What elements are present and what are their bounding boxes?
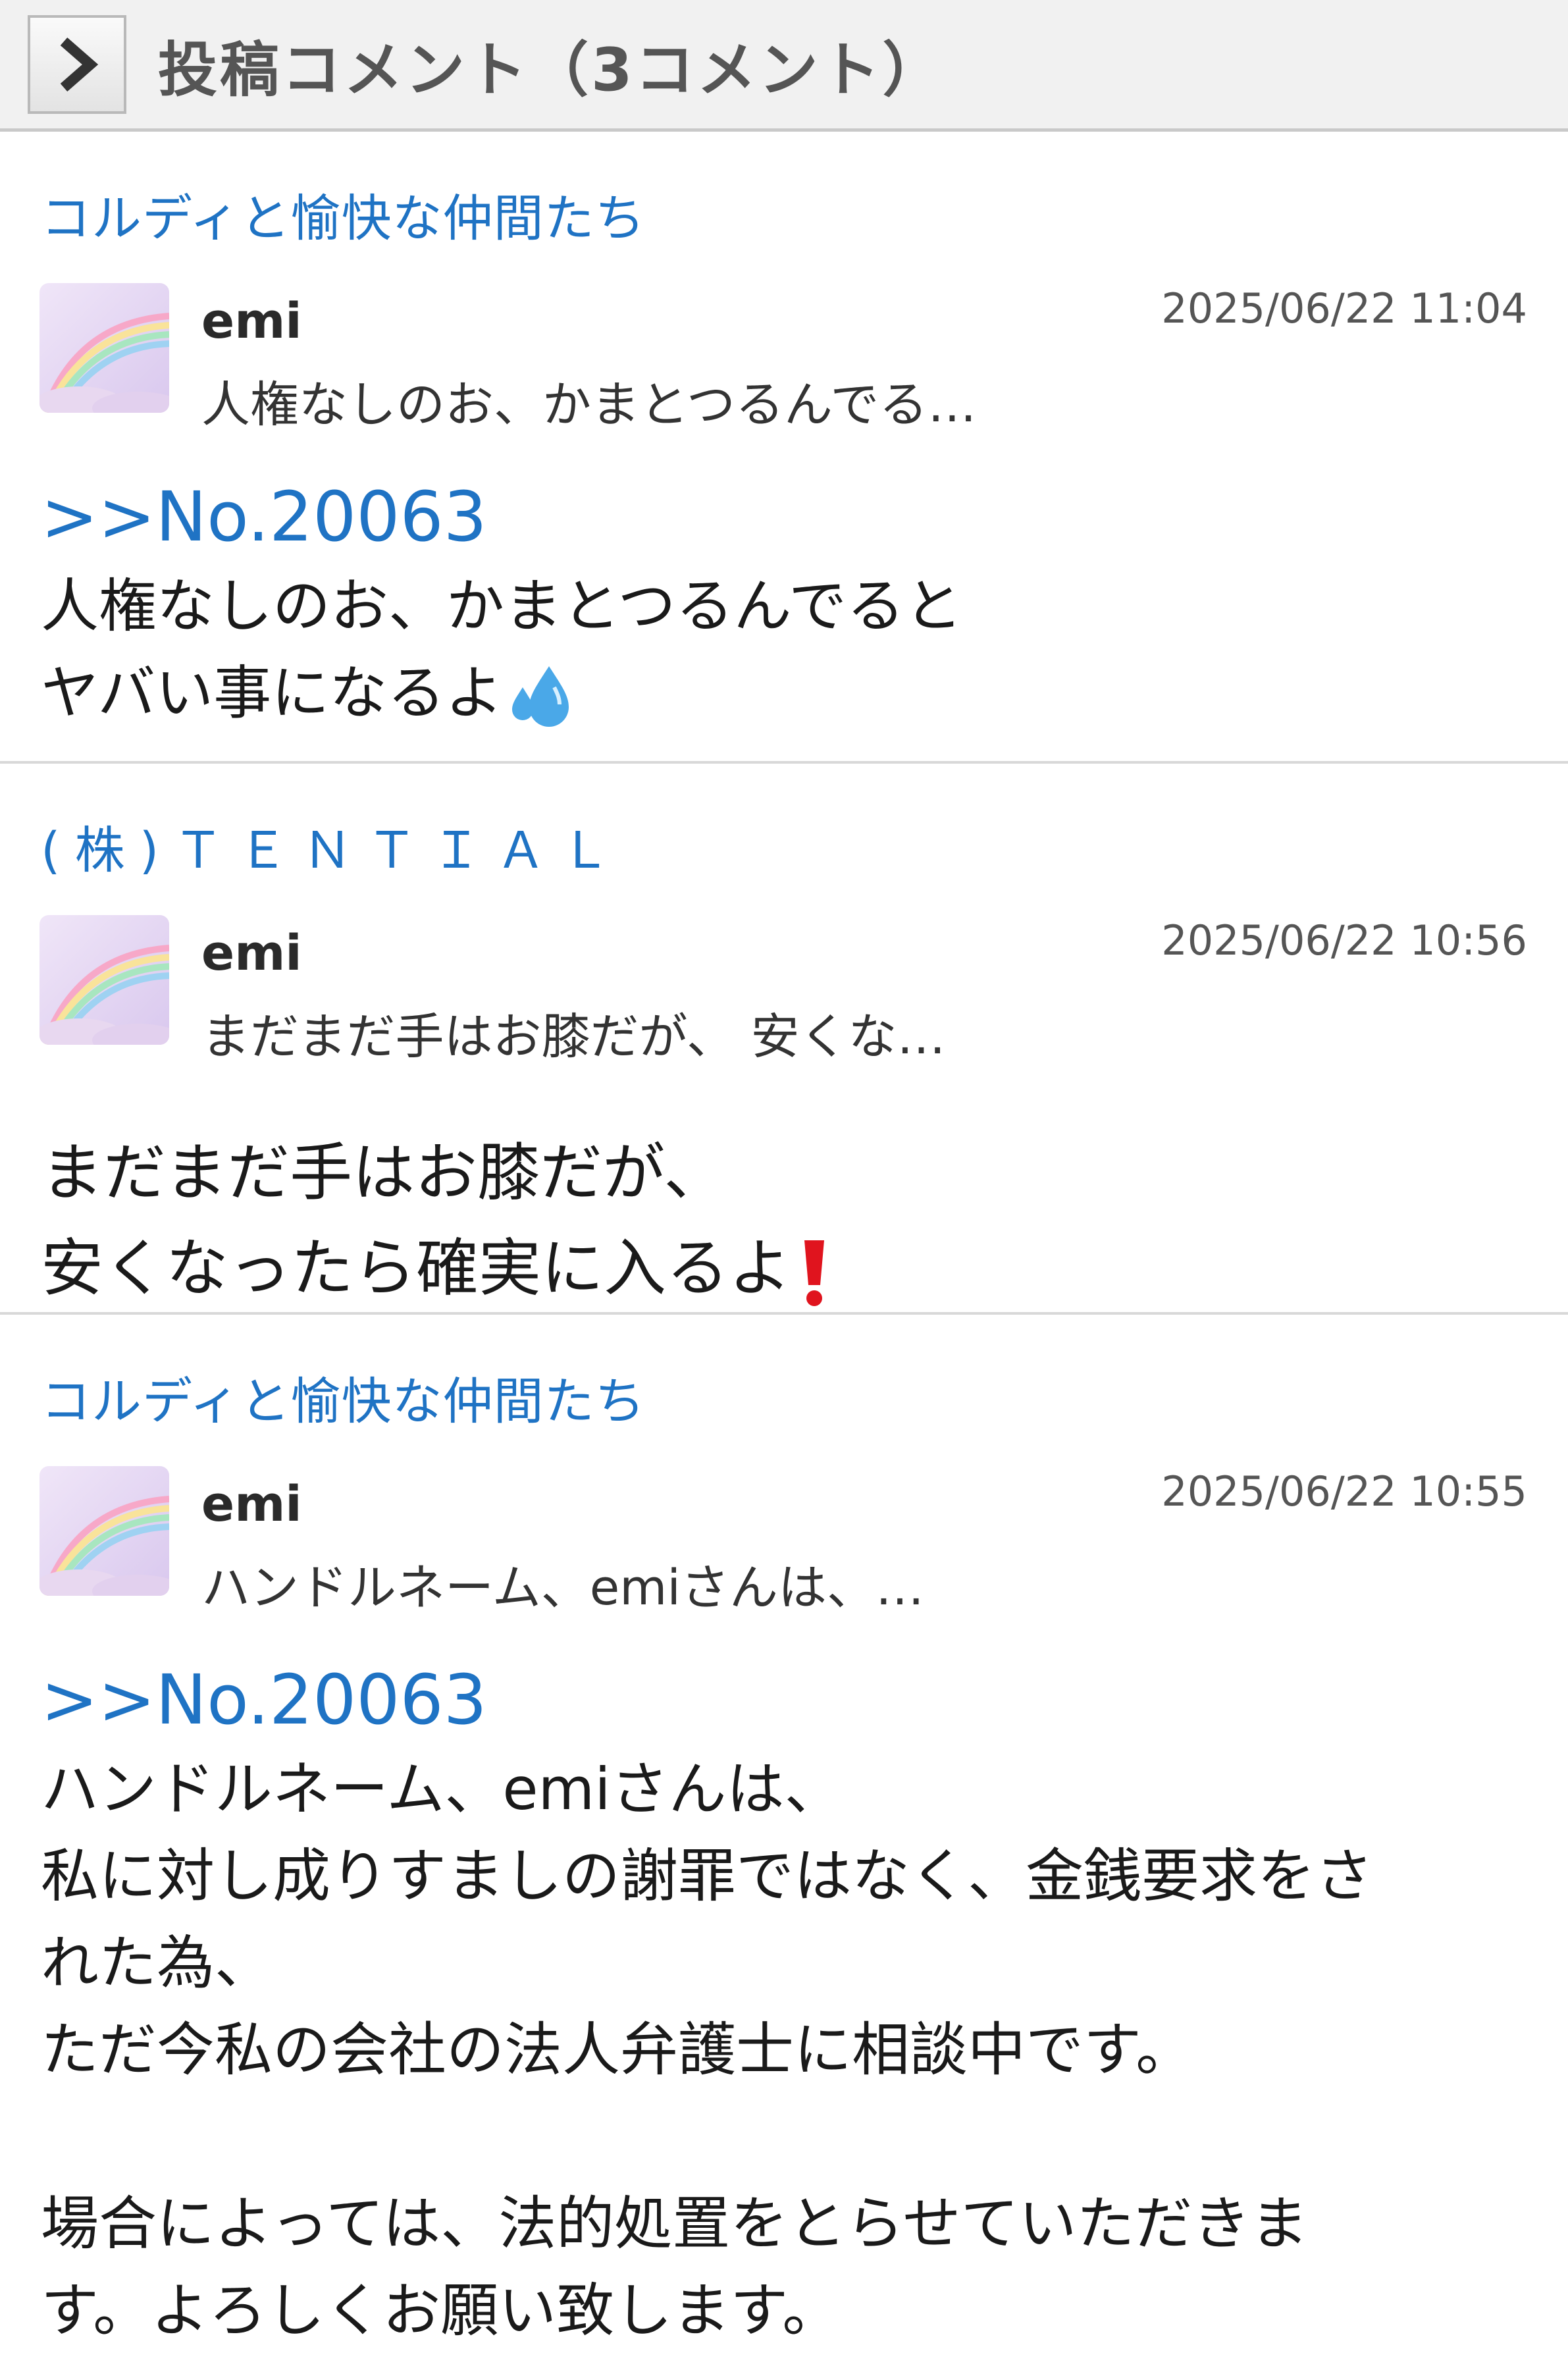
comment-item: コルディと愉快な仲間たち emi 2025/06/22 10:55 ハンドルネー…: [0, 1315, 1568, 2367]
avatar[interactable]: [39, 1466, 169, 1596]
timestamp: 2025/06/22 10:56: [1161, 916, 1527, 964]
reply-reference-link[interactable]: >>No.20063: [41, 1654, 1527, 1746]
comment-item: コルディと愉快な仲間たち emi 2025/06/22 11:04 人権なしのお…: [0, 132, 1568, 764]
reply-reference-link[interactable]: >>No.20063: [41, 471, 1527, 563]
author-name[interactable]: emi: [201, 925, 302, 982]
comment-item: (株)ＴＥＮＴＩＡＬ emi 2025/06/22 10:56 まだまだ手はお膝…: [0, 764, 1568, 1315]
comment-line: ヤバい事になるよ: [41, 650, 1527, 737]
avatar[interactable]: [39, 283, 169, 413]
topic-link[interactable]: コルディと愉快な仲間たち: [41, 1361, 646, 1433]
avatar[interactable]: [39, 915, 169, 1045]
page-title: 投稿コメント（3コメント）: [158, 35, 945, 105]
chevron-right-icon: [60, 37, 99, 92]
comment-line: す。よろしくお願い致します。: [41, 2277, 841, 2344]
comment-line: 私に対し成りすましの謝罪ではなく、金銭要求をさ: [41, 1842, 1374, 1910]
comment-line: 場合によっては、法的処置をとらせていただきま: [41, 2190, 1309, 2257]
comment-body: >>No.20063 人権なしのお、かまとつるんでると ヤバい事になるよ: [41, 471, 1527, 737]
author-name[interactable]: emi: [201, 1476, 302, 1533]
comment-preview: 人権なしのお、かまとつるんでる…: [201, 377, 977, 433]
timestamp: 2025/06/22 11:04: [1161, 284, 1527, 332]
comment-body: まだまだ手はお膝だが、 安くなったら確実に入るよ: [41, 1126, 1527, 1317]
comment-preview: まだまだ手はお膝だが、 安くな…: [201, 1009, 946, 1065]
exclamation-mark-icon: [804, 1240, 825, 1307]
rainbow-avatar-icon: [39, 283, 169, 413]
comment-line: まだまだ手はお膝だが、: [41, 1137, 727, 1209]
comment-preview: ハンドルネーム、emiさんは、…: [201, 1560, 924, 1616]
sweat-droplets-icon: [512, 666, 569, 727]
comment-line: 安くなったら確実に入るよ: [41, 1221, 1527, 1317]
comment-line: れた為、: [41, 1929, 273, 1997]
topic-link[interactable]: コルディと愉快な仲間たち: [41, 178, 646, 250]
comment-line: 人権なしのお、かまとつるんでると: [41, 572, 963, 640]
comment-line: ただ今私の会社の法人弁護士に相談中です。: [41, 2016, 1194, 2084]
rainbow-avatar-icon: [39, 1466, 169, 1596]
author-name[interactable]: emi: [201, 293, 302, 350]
comment-body: >>No.20063 ハンドルネーム、emiさんは、 私に対し成りすましの謝罪で…: [41, 1654, 1527, 2354]
rainbow-avatar-icon: [39, 915, 169, 1045]
page-header: 投稿コメント（3コメント）: [0, 0, 1568, 132]
topic-link[interactable]: (株)ＴＥＮＴＩＡＬ: [41, 810, 625, 882]
timestamp: 2025/06/22 10:55: [1161, 1467, 1527, 1515]
back-button[interactable]: [28, 14, 126, 114]
comment-line: ハンドルネーム、emiさんは、: [41, 1755, 843, 1823]
